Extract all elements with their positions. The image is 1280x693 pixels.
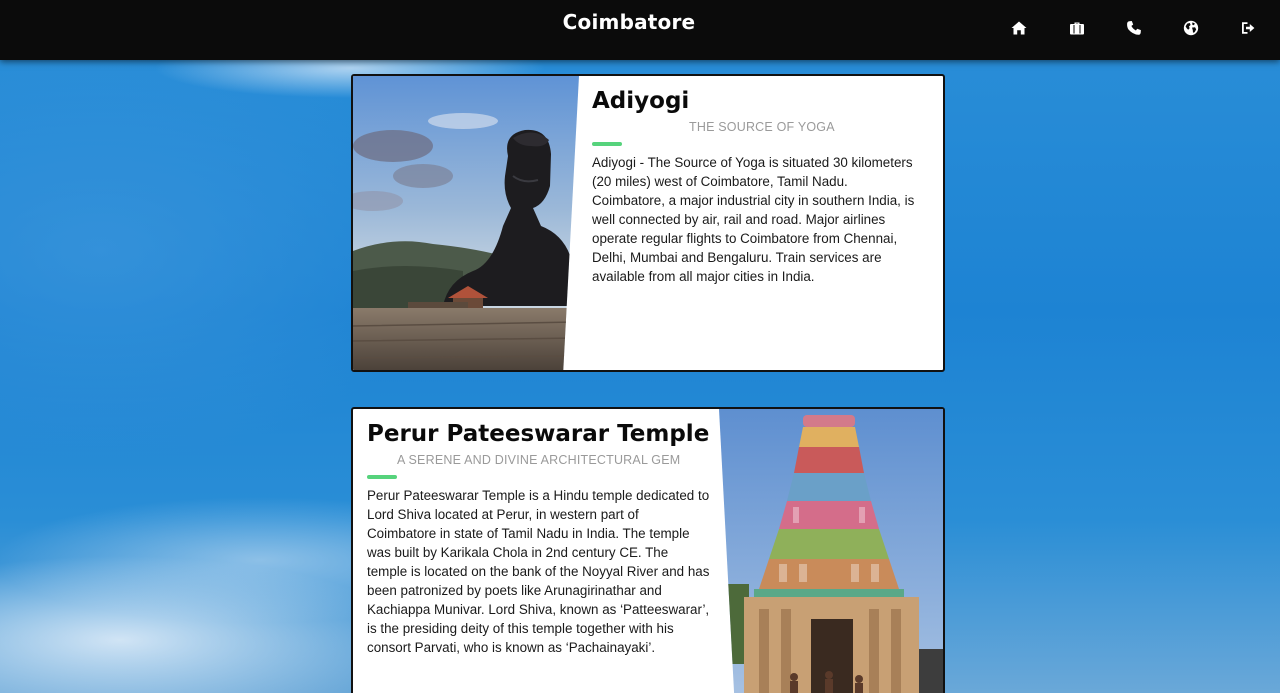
card-title: Perur Pateeswarar Temple [367,421,710,447]
globe-icon[interactable] [1180,17,1202,39]
home-icon[interactable] [1008,17,1030,39]
card-description: Perur Pateeswarar Temple is a Hindu temp… [367,488,710,655]
attraction-card-perur-temple: Perur Pateeswarar Temple A SERENE AND DI… [351,407,945,693]
card-subtitle: A SERENE AND DIVINE ARCHITECTURAL GEM [397,453,681,467]
briefcase-icon[interactable] [1066,17,1088,39]
adiyogi-photo [353,76,579,370]
top-navbar: Coimbatore [0,0,1280,60]
sign-out-icon[interactable] [1237,17,1259,39]
attraction-card-adiyogi: Adiyogi THE SOURCE OF YOGA Adiyogi - The… [351,74,945,372]
accent-divider [367,475,397,479]
accent-divider [592,142,622,146]
perur-temple-photo [719,409,943,693]
card-subtitle: THE SOURCE OF YOGA [689,120,835,134]
card-description: Adiyogi - The Source of Yoga is situated… [592,155,915,284]
phone-icon[interactable] [1123,17,1145,39]
card-title: Adiyogi [592,88,690,114]
